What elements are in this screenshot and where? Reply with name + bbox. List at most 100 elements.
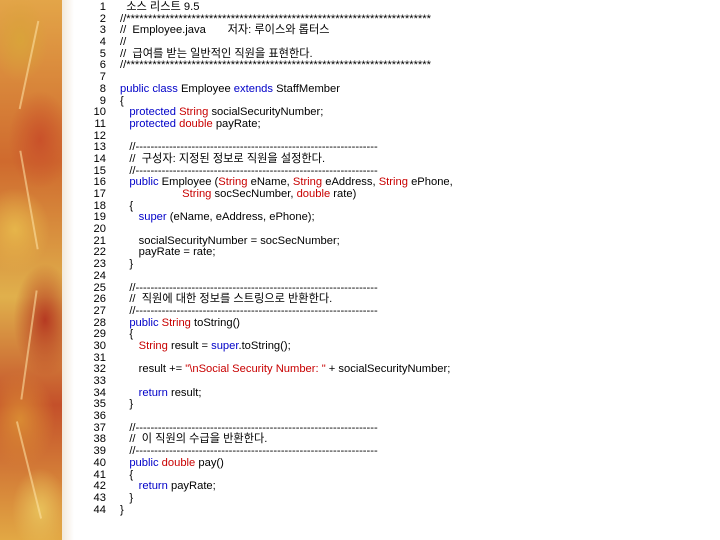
code-line: 42 return payRate; (80, 481, 710, 493)
code-line: 23 } (80, 259, 710, 271)
line-number: 15 (93, 164, 106, 177)
code-listing: 1 소스 리스트 9.5 2 //*************************… (80, 1, 710, 517)
code-token: (eName, eAddress, ePhone); (169, 211, 315, 224)
code-token: payRate = rate; (120, 246, 216, 259)
code-text: { (120, 329, 133, 340)
code-line: 17 String socSecNumber, double rate) (80, 188, 710, 201)
code-token: //--------------------------------------… (120, 421, 378, 434)
line-number: 11 (94, 117, 106, 130)
code-line: 3 // Employee.java 저자: 루이스와 롭터스 (80, 25, 710, 37)
code-token: .toString(); (238, 339, 291, 352)
code-token: String (120, 188, 215, 200)
line-number: 35 (93, 398, 106, 411)
code-token: String (378, 176, 412, 189)
line-number: 42 (93, 480, 106, 493)
code-token: { (120, 94, 124, 107)
code-token: //--------------------------------------… (120, 281, 378, 294)
line-number: 1 (99, 1, 106, 13)
code-text: payRate = rate; (120, 246, 216, 259)
code-text: super (eName, eAddress, ePhone); (120, 212, 315, 223)
line-number: 13 (93, 141, 106, 154)
code-token: } (120, 491, 134, 504)
line-number: 19 (93, 211, 106, 224)
line-number: 14 (93, 152, 106, 165)
code-text: } (120, 491, 134, 504)
code-text: //**************************************… (120, 60, 431, 71)
code-token: //**************************************… (120, 59, 431, 72)
code-token: String (161, 316, 195, 329)
code-token: protected (120, 106, 180, 119)
line-number: 3 (99, 24, 106, 37)
code-text: { (120, 199, 134, 212)
line-number: 2 (99, 12, 106, 25)
code-line: 40 public double pay() (80, 456, 710, 470)
code-text: //--------------------------------------… (120, 165, 377, 177)
code-token: Employee (180, 82, 234, 95)
code-token: } (120, 503, 124, 516)
code-text: } (120, 399, 133, 410)
code-text: 소스 리스트 9.5 (120, 1, 200, 13)
code-token: rate) (333, 188, 357, 200)
code-line: 35 } (80, 399, 710, 411)
code-token: super (120, 211, 170, 224)
code-token: { (120, 328, 134, 341)
code-text: // 구성자: 지정된 정보로 직원을 설정한다. (120, 153, 325, 165)
line-number: 9 (99, 94, 106, 107)
code-token: //**************************************… (120, 12, 431, 25)
line-number: 26 (93, 293, 106, 306)
line-number: 30 (93, 339, 106, 352)
line-number: 22 (93, 246, 106, 259)
line-number: 17 (93, 188, 106, 200)
code-token: StaffMember (276, 82, 340, 95)
code-text: // 급여를 받는 일반적인 직원을 표현한다. (120, 48, 313, 60)
code-token: ePhone, (411, 176, 453, 189)
code-text: public double pay() (120, 456, 224, 469)
code-text: socialSecurityNumber = socSecNumber; (120, 235, 340, 247)
code-token: super (211, 339, 239, 352)
code-token: // 이 직원의 수급을 반환한다. (120, 433, 268, 446)
line-number: 5 (99, 47, 106, 60)
code-token: payRate; (215, 117, 261, 130)
code-line: 6 //*************************************… (80, 60, 710, 72)
line-number: 43 (93, 491, 106, 504)
code-line: 44} (80, 503, 710, 517)
code-text: // 직원에 대한 정보를 스트링으로 반환한다. (120, 294, 332, 305)
code-token: } (120, 258, 134, 271)
code-text: //--------------------------------------… (120, 281, 378, 294)
line-number: 12 (93, 129, 106, 142)
line-number: 38 (93, 433, 106, 446)
code-text: } (120, 503, 124, 516)
line-number: 44 (93, 503, 106, 516)
code-line: 28 public String toString() (80, 316, 710, 330)
code-text: public String toString() (120, 316, 240, 329)
code-line: 32 result += "\nSocial Security Number: … (80, 364, 710, 376)
code-token: // Employee.java 저자: 루이스와 롭터스 (120, 24, 330, 37)
code-token: { (120, 468, 134, 481)
code-token: eName, (250, 176, 293, 189)
code-text: return result; (120, 386, 202, 399)
code-token: public (120, 176, 162, 189)
code-token: socSecNumber, (214, 188, 297, 200)
code-token: String (120, 339, 171, 352)
line-number: 10 (93, 106, 106, 119)
line-number: 8 (99, 82, 106, 95)
code-token: 소스 리스트 9.5 (120, 1, 200, 13)
line-number: 27 (93, 304, 106, 317)
code-token: result; (170, 386, 202, 399)
code-token: String (179, 106, 212, 119)
line-number: 4 (99, 36, 106, 49)
line-number: 25 (93, 281, 106, 294)
autumn-leaves-image (0, 0, 62, 540)
code-text: protected String socialSecurityNumber; (120, 107, 323, 118)
code-token: double (161, 456, 199, 469)
code-token: //--------------------------------------… (120, 304, 378, 317)
code-text: //--------------------------------------… (120, 304, 378, 317)
code-token: result = (170, 339, 212, 352)
code-token: String (218, 176, 251, 189)
line-number: 23 (93, 258, 106, 271)
code-text: } (120, 259, 133, 270)
line-number: 31 (93, 351, 106, 364)
code-token: String (292, 176, 326, 189)
code-token: { (120, 199, 134, 212)
code-text: protected double payRate; (120, 117, 261, 130)
